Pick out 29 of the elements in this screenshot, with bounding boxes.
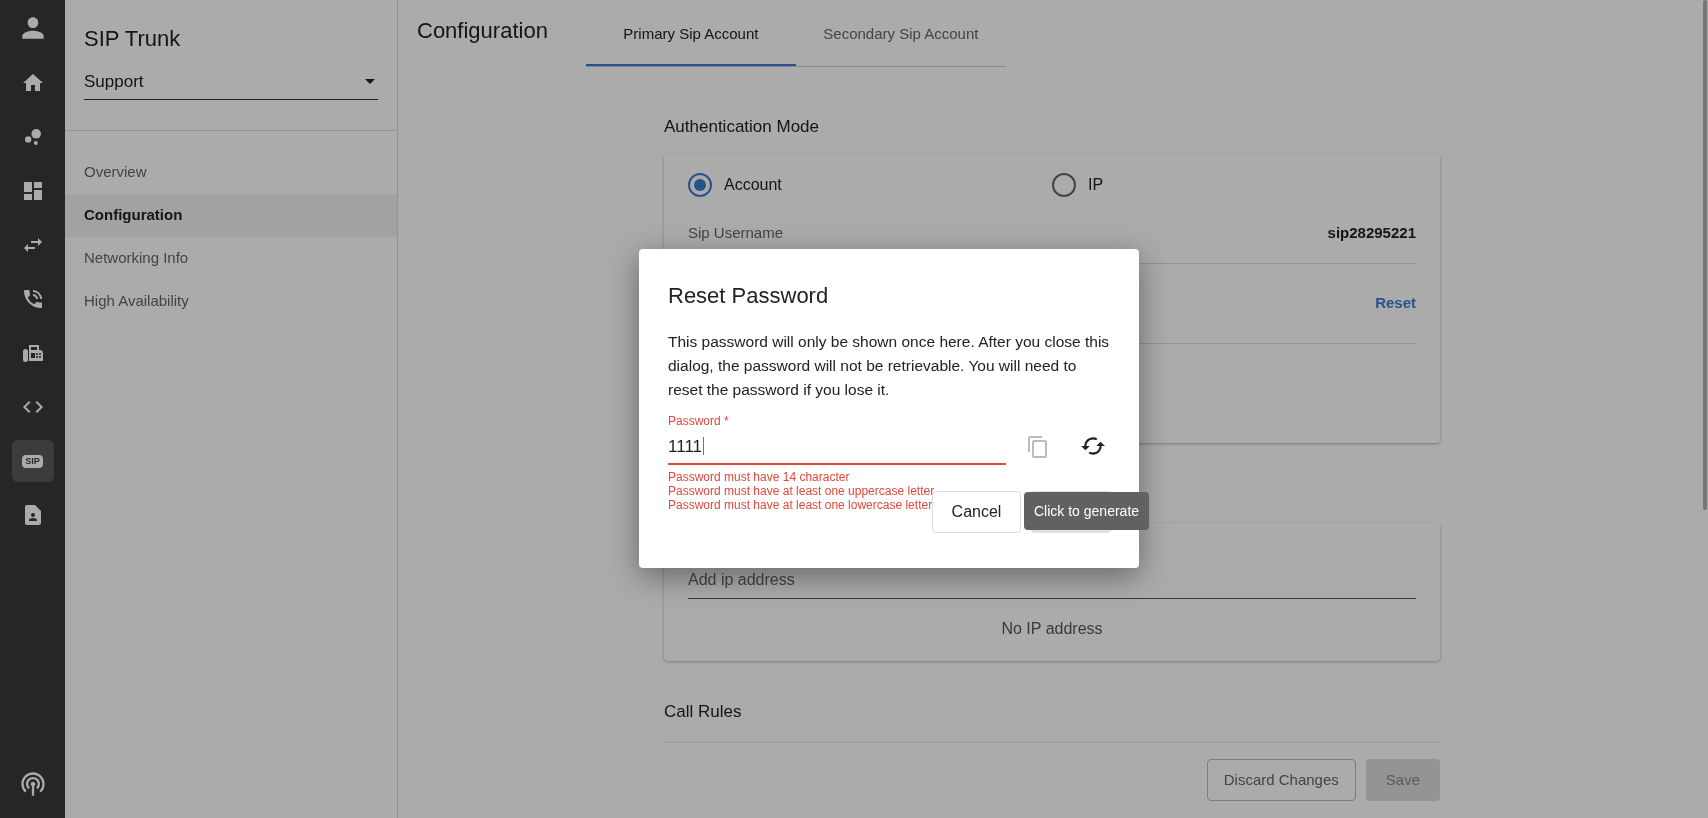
section-title: Authentication Mode <box>664 116 820 138</box>
trunk-select[interactable]: Support <box>84 69 378 100</box>
sip-button[interactable]: SIP <box>11 440 54 482</box>
sidebar-item[interactable]: Overview <box>65 150 397 194</box>
reset-link[interactable]: Reset <box>1375 291 1416 315</box>
cancel-button[interactable]: Cancel <box>932 491 1021 533</box>
tab[interactable]: Primary Sip Account <box>585 0 796 66</box>
discard-changes-button[interactable]: Discard Changes <box>1206 759 1356 801</box>
dialog-title: Reset Password <box>668 282 830 310</box>
broadcast-icon[interactable] <box>18 770 47 798</box>
field-label: Sip Username <box>688 222 784 243</box>
empty-message: No IP address <box>1000 618 1104 639</box>
tab[interactable]: Secondary Sip Account <box>795 0 1006 66</box>
sidebar-title: SIP Trunk <box>84 25 182 53</box>
sidebar-item[interactable]: Configuration <box>65 193 397 237</box>
tooltip: Click to generate <box>1024 492 1150 530</box>
password-field[interactable]: Password * 1111 <box>668 412 1006 465</box>
dropdown-caret-icon <box>365 79 375 85</box>
section-title: Call Rules <box>664 700 743 723</box>
dialog-message: This password will only be shown once here. After you close this dialog, the password will not be retrievable. You will need to reset the password if you lose it. <box>668 332 1110 400</box>
error-message: Password must have at least one lowercase letter <box>668 497 933 512</box>
page-title: Configuration <box>417 17 548 45</box>
radio-option[interactable]: IP <box>1052 172 1416 197</box>
sidebar-item[interactable]: High Availability <box>65 279 397 323</box>
radio-option[interactable]: Account <box>688 172 1052 197</box>
error-message: Password must have at least one uppercase letter <box>668 483 935 498</box>
username-value: sip28295221 <box>1327 222 1416 243</box>
error-message: Password must have 14 character <box>668 469 850 484</box>
sidebar-item[interactable]: Networking Info <box>65 236 397 280</box>
